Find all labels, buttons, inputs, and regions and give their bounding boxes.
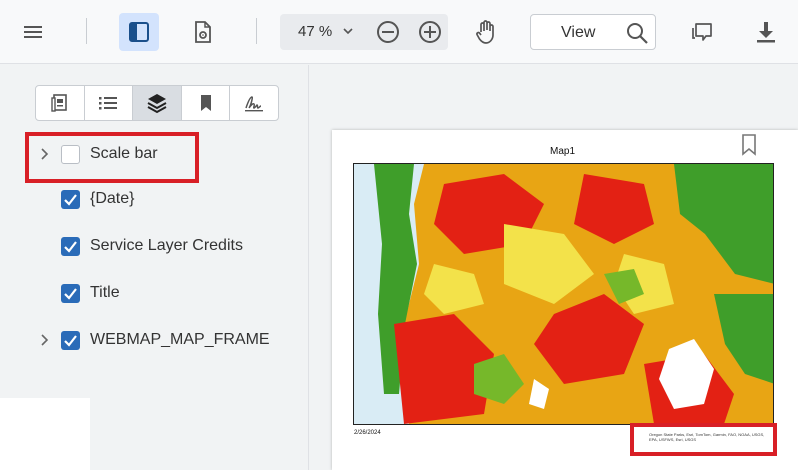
layer-checkbox[interactable]: [61, 331, 80, 350]
checkmark-icon: [64, 288, 77, 300]
bookmark-icon: [200, 95, 211, 111]
view-label: View: [561, 24, 596, 41]
layer-label: WEBMAP_MAP_FRAME: [90, 331, 270, 348]
tab-thumbnails[interactable]: [36, 86, 85, 120]
map-image: [353, 163, 774, 425]
bookmark-outline-icon[interactable]: [739, 133, 759, 157]
pan-tool-button[interactable]: [468, 14, 504, 50]
view-search-field[interactable]: View: [530, 14, 656, 50]
layer-checkbox[interactable]: [61, 284, 80, 303]
map-date: 2/26/2024: [354, 430, 381, 436]
layers-icon: [147, 94, 167, 114]
sidebar-toggle-button[interactable]: [119, 13, 159, 51]
toolbar-divider: [256, 18, 257, 44]
document-settings-button[interactable]: [184, 14, 222, 50]
highlight-box: [630, 423, 777, 456]
layer-label: Service Layer Credits: [90, 237, 243, 254]
list-icon: [99, 97, 118, 110]
comments-button[interactable]: [684, 14, 720, 50]
tab-outline[interactable]: [85, 86, 134, 120]
document-page: Map1 2/26/2024 Oregon State Parks, Esri,…: [332, 130, 798, 470]
search-icon[interactable]: [625, 21, 649, 45]
checkmark-icon: [64, 335, 77, 347]
signature-icon: [245, 96, 264, 112]
layer-row-webmap-map-frame[interactable]: WEBMAP_MAP_FRAME: [0, 327, 300, 355]
layer-label: Title: [90, 284, 120, 301]
layer-row-service-layer-credits[interactable]: Service Layer Credits: [0, 233, 300, 261]
blank-area: [0, 398, 90, 470]
chevron-right-icon[interactable]: [38, 333, 50, 347]
checkmark-icon: [64, 194, 77, 206]
checkmark-icon: [64, 241, 77, 253]
download-icon: [757, 22, 775, 43]
map-title: Map1: [550, 146, 576, 157]
zoom-value: 47 %: [298, 23, 333, 40]
hand-icon: [476, 20, 494, 44]
document-gear-icon: [195, 21, 211, 43]
toolbar-divider: [86, 18, 87, 44]
layer-checkbox[interactable]: [61, 237, 80, 256]
toolbar: 47 % View: [0, 0, 798, 64]
comments-icon: [692, 23, 712, 41]
download-button[interactable]: [748, 14, 784, 50]
sidebar-panel-icon: [129, 22, 149, 42]
layer-row-title[interactable]: Title: [0, 280, 300, 308]
zoom-out-icon[interactable]: [374, 18, 402, 46]
layer-row-date[interactable]: {Date}: [0, 186, 300, 214]
tab-signatures[interactable]: [230, 86, 278, 120]
tab-bookmarks[interactable]: [182, 86, 231, 120]
highlight-box: [25, 132, 199, 183]
zoom-in-icon[interactable]: [416, 18, 444, 46]
chevron-down-icon: [343, 28, 353, 35]
layer-label: {Date}: [90, 190, 135, 207]
thumbnails-icon: [51, 94, 67, 112]
tab-layers[interactable]: [133, 86, 182, 120]
layer-checkbox[interactable]: [61, 190, 80, 209]
sidebar-tabs: [35, 85, 279, 121]
menu-icon[interactable]: [14, 14, 52, 50]
